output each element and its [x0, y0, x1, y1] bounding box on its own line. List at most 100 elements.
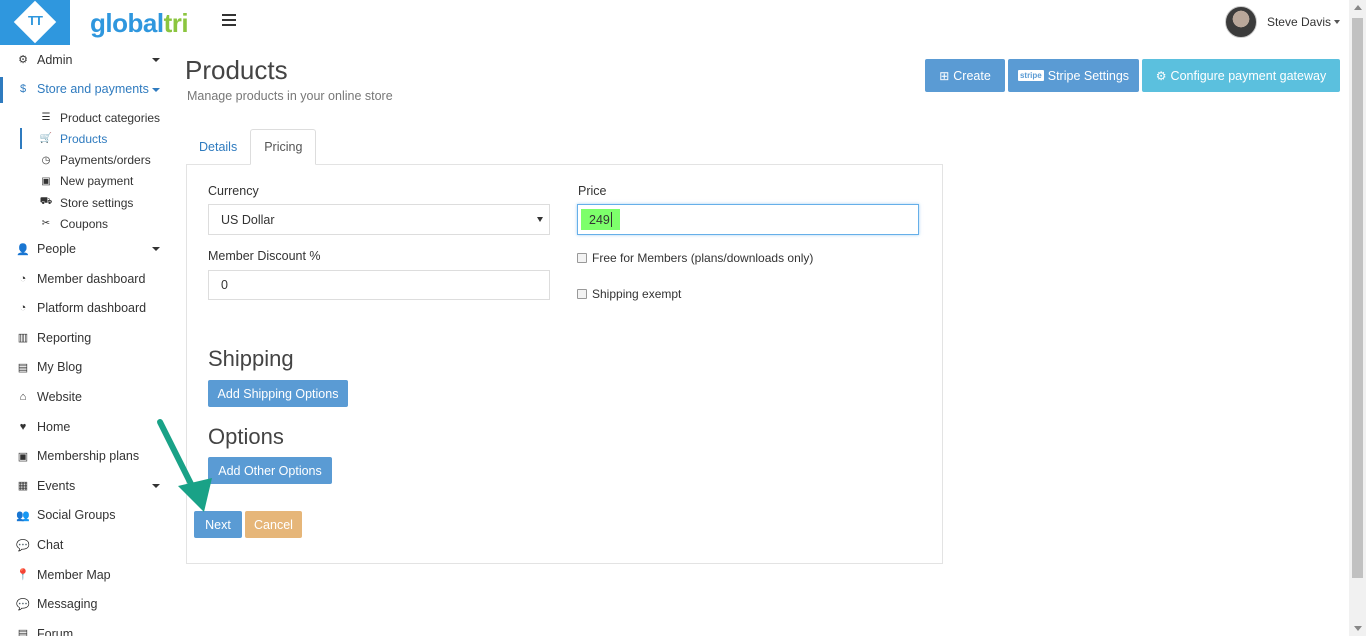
sidebar-item-label: Events [37, 478, 76, 493]
page-subtitle: Manage products in your online store [187, 89, 393, 103]
cancel-button[interactable]: Cancel [245, 511, 302, 538]
sidebar-item-my-blog[interactable]: ▤ My Blog [0, 353, 170, 383]
currency-select-value: US Dollar [221, 212, 275, 227]
forum-icon: ▤ [17, 628, 29, 636]
member-discount-input[interactable]: 0 [208, 270, 550, 300]
brand-name-part2: tri [163, 8, 189, 38]
scroll-down-icon[interactable] [1354, 626, 1362, 631]
annotation-arrow-icon [157, 419, 212, 512]
sidebar-subitem-label: Coupons [60, 216, 109, 231]
scroll-up-icon[interactable] [1354, 5, 1362, 10]
currency-label: Currency [208, 184, 259, 198]
sidebar-item-label: My Blog [37, 360, 83, 375]
sidebar-item-label: Messaging [37, 597, 98, 612]
add-shipping-options-button[interactable]: Add Shipping Options [208, 380, 348, 407]
sidebar-item-admin[interactable]: ⚙ Admin [0, 45, 170, 75]
dollar-icon: $ [19, 83, 27, 96]
price-highlight: 249 [581, 209, 620, 230]
sidebar-subitem-product-categories[interactable]: ☰ Product categories [0, 107, 170, 128]
comment-icon: 💬 [16, 598, 30, 611]
vertical-scrollbar[interactable] [1349, 0, 1366, 636]
stripe-settings-button[interactable]: stripe Stripe Settings [1008, 59, 1139, 92]
plus-square-icon: ⊞ [939, 68, 950, 83]
stripe-logo-icon: stripe [1017, 70, 1044, 81]
sidebar-item-events[interactable]: ▦ Events [0, 471, 170, 501]
newspaper-icon: ▤ [17, 361, 29, 374]
shipping-exempt-checkbox[interactable]: Shipping exempt [577, 287, 681, 301]
configure-payment-gateway-button[interactable]: ⚙ Configure payment gateway [1142, 59, 1340, 92]
sidebar-item-membership-plans[interactable]: ▣ Membership plans [0, 441, 170, 471]
text-cursor [610, 212, 612, 227]
create-button[interactable]: ⊞ Create [925, 59, 1005, 92]
hamburger-menu-icon[interactable] [222, 14, 236, 26]
scrollbar-thumb[interactable] [1352, 18, 1363, 578]
sidebar-subitem-coupons[interactable]: ✂ Coupons [0, 213, 170, 234]
shipping-title: Shipping [208, 346, 294, 371]
free-for-members-checkbox[interactable]: Free for Members (plans/downloads only) [577, 251, 813, 265]
sidebar-item-forum[interactable]: ▤ Forum [0, 619, 170, 636]
sidebar-item-platform-dashboard[interactable]: ◔ Platform dashboard [0, 294, 170, 324]
sidebar-item-home[interactable]: ♥ Home [0, 412, 170, 442]
currency-select[interactable]: US Dollar [208, 204, 550, 235]
chevron-down-icon [152, 58, 160, 62]
sidebar-item-label: Member Map [37, 567, 111, 582]
tab-pricing[interactable]: Pricing [250, 129, 317, 165]
home-icon: ⌂ [19, 391, 27, 404]
checkbox-box[interactable] [577, 289, 587, 299]
sidebar-item-chat[interactable]: 💬 Chat [0, 530, 170, 560]
sidebar-item-label: Website [37, 390, 82, 405]
sidebar-item-reporting[interactable]: ▥ Reporting [0, 323, 170, 353]
sidebar-item-label: Membership plans [37, 449, 140, 464]
configure-payment-gateway-label: Configure payment gateway [1170, 68, 1327, 83]
user-icon: 👤 [16, 243, 30, 256]
sidebar-subitem-label: New payment [60, 174, 134, 189]
scissors-icon: ✂ [41, 218, 51, 230]
sidebar-subitem-products[interactable]: 🛒 Products [0, 128, 170, 150]
comments-icon: 💬 [16, 539, 30, 552]
free-for-members-label: Free for Members (plans/downloads only) [592, 251, 814, 265]
shipping-exempt-label: Shipping exempt [592, 287, 682, 301]
user-name: Steve Davis [1266, 15, 1331, 29]
page-title: Products [185, 55, 288, 85]
dashboard-icon: ◔ [19, 302, 27, 315]
brand-name-part1: global [90, 8, 164, 38]
sidebar-item-people[interactable]: 👤 People [0, 234, 170, 264]
create-button-label: Create [953, 68, 991, 83]
sidebar-item-label: Forum [37, 626, 74, 636]
calendar-icon: ▦ [17, 480, 29, 493]
users-icon: 👥 [16, 509, 30, 522]
sidebar-item-social-groups[interactable]: 👥 Social Groups [0, 501, 170, 531]
sidebar: ⚙ Admin $ Store and payments ☰ Product c… [0, 45, 170, 636]
checkbox-box[interactable] [577, 253, 587, 263]
money-icon: ▣ [17, 450, 29, 463]
sidebar-item-label: Reporting [37, 330, 92, 345]
sidebar-item-label: Member dashboard [37, 271, 146, 286]
sidebar-item-member-dashboard[interactable]: ◔ Member dashboard [0, 264, 170, 294]
stripe-settings-label: Stripe Settings [1047, 68, 1130, 83]
add-other-options-button[interactable]: Add Other Options [208, 457, 332, 484]
sidebar-item-member-map[interactable]: 📍 Member Map [0, 560, 170, 590]
sidebar-subitem-label: Store settings [60, 195, 134, 210]
sidebar-item-store-and-payments[interactable]: $ Store and payments [0, 75, 170, 105]
sidebar-subitem-store-settings[interactable]: ⛟ Store settings [0, 192, 170, 213]
sidebar-subitem-new-payment[interactable]: ▣ New payment [0, 171, 170, 192]
sidebar-item-website[interactable]: ⌂ Website [0, 382, 170, 412]
sidebar-item-messaging[interactable]: 💬 Messaging [0, 589, 170, 619]
sidebar-item-label: Home [37, 419, 71, 434]
list-icon: ☰ [41, 112, 51, 124]
price-input[interactable]: 249 [577, 204, 919, 235]
sidebar-subitem-payments-orders[interactable]: ◷ Payments/orders [0, 150, 170, 171]
bar-chart-icon: ▥ [17, 332, 29, 345]
sidebar-subitem-label: Payments/orders [60, 153, 151, 168]
user-menu[interactable]: Steve Davis [1224, 6, 1340, 38]
sidebar-subitem-label: Products [60, 131, 108, 146]
sidebar-item-label: Store and payments [37, 82, 149, 97]
brand-name: globaltri [90, 8, 189, 39]
chevron-down-icon [152, 87, 160, 92]
tab-details[interactable]: Details [186, 129, 250, 165]
heartbeat-icon: ♥ [19, 420, 27, 433]
top-bar: TT globaltri Steve Davis [0, 0, 1366, 45]
logo[interactable]: TT [0, 0, 70, 45]
truck-icon: ⛟ [39, 196, 53, 208]
member-discount-value: 0 [221, 278, 228, 292]
